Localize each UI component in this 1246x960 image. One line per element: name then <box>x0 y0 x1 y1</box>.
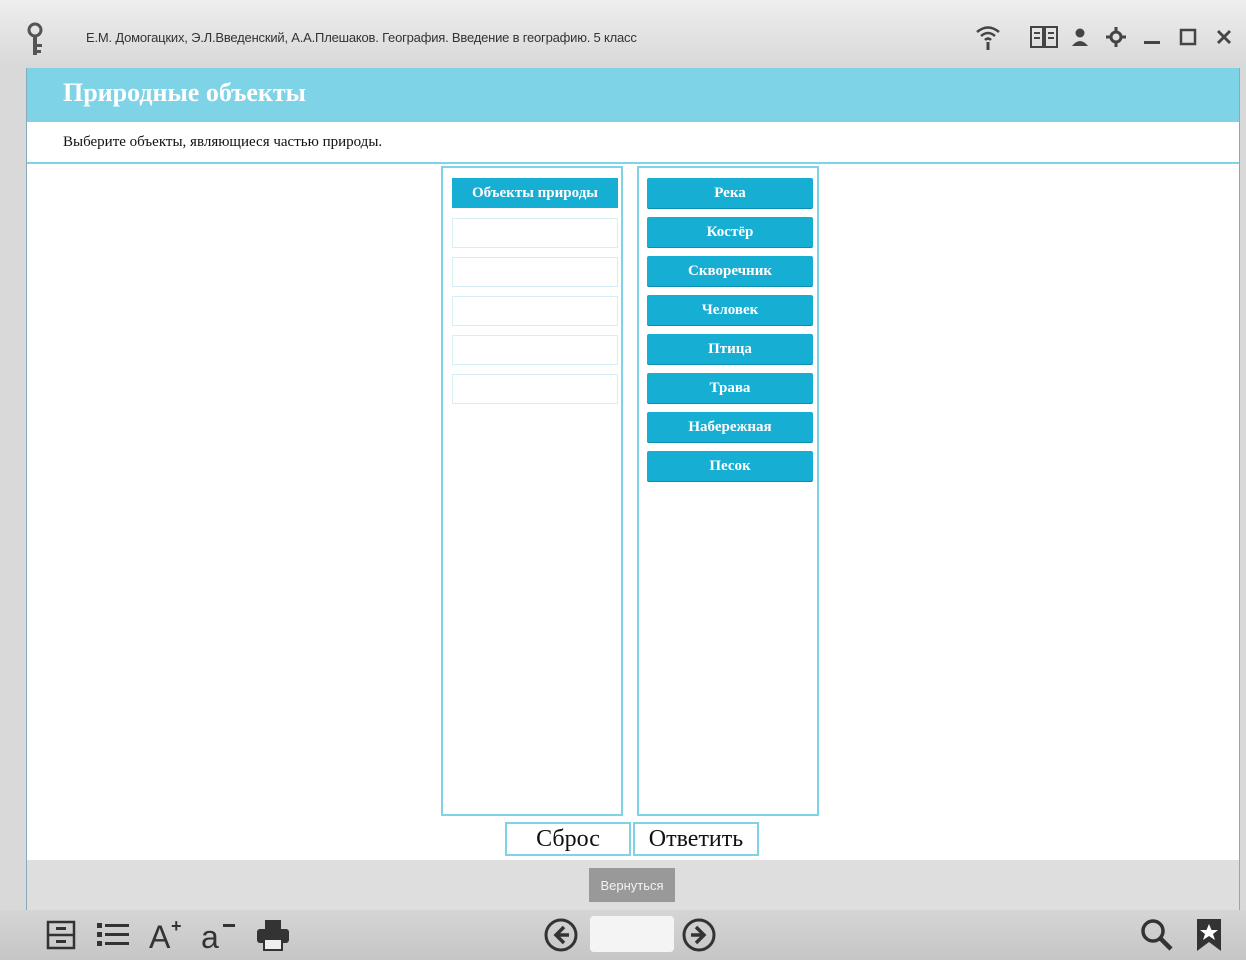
target-column-header: Объекты природы <box>452 178 618 208</box>
bookmark-icon[interactable] <box>1190 916 1228 954</box>
drag-item-human[interactable]: Человек <box>647 295 813 325</box>
drag-item-grass[interactable]: Трава <box>647 373 813 403</box>
close-icon[interactable] <box>1210 23 1238 51</box>
maximize-icon[interactable] <box>1174 23 1202 51</box>
font-decrease-icon[interactable]: a <box>200 916 238 954</box>
drag-item-sand[interactable]: Песок <box>647 451 813 481</box>
user-icon[interactable] <box>1066 23 1094 51</box>
book-icon[interactable] <box>1030 23 1058 51</box>
title-bar: Е.М. Домогацких, Э.Л.Введенский, А.А.Пле… <box>0 0 1246 68</box>
svg-text:A: A <box>149 919 171 952</box>
font-increase-icon[interactable]: A + <box>148 916 186 954</box>
settings-icon[interactable] <box>1102 23 1130 51</box>
footer-strip: Вернуться <box>27 860 1239 910</box>
drop-slot[interactable] <box>452 218 618 248</box>
minimize-icon[interactable] <box>1138 23 1166 51</box>
contents-icon[interactable] <box>42 916 80 954</box>
key-icon <box>27 22 43 55</box>
instruction-text: Выберите объекты, являющиеся частью прир… <box>63 134 383 150</box>
app-title: Е.М. Домогацких, Э.Л.Введенский, А.А.Пле… <box>86 30 637 45</box>
exercise-window: Природные объекты Выберите объекты, явля… <box>26 68 1240 910</box>
lesson-title: Природные объекты <box>63 78 306 107</box>
lesson-header: Природные объекты <box>27 68 1239 122</box>
print-icon[interactable] <box>254 916 292 954</box>
drop-slot[interactable] <box>452 257 618 287</box>
prev-page-icon[interactable] <box>542 916 580 954</box>
svg-text:+: + <box>171 918 182 936</box>
svg-text:a: a <box>201 919 219 952</box>
source-column: Река Костёр Скворечник Человек Птица Тра… <box>637 166 819 816</box>
page-number-input[interactable] <box>590 916 674 952</box>
instruction-row: Выберите объекты, являющиеся частью прир… <box>27 122 1239 164</box>
bottom-toolbar: A + a <box>0 910 1246 960</box>
drag-item-campfire[interactable]: Костёр <box>647 217 813 247</box>
back-button[interactable]: Вернуться <box>589 868 675 902</box>
drag-item-birdhouse[interactable]: Скворечник <box>647 256 813 286</box>
next-page-icon[interactable] <box>680 916 718 954</box>
list-icon[interactable] <box>94 916 132 954</box>
answer-button[interactable]: Ответить <box>633 822 759 856</box>
target-column[interactable]: Объекты природы <box>441 166 623 816</box>
drop-slot[interactable] <box>452 335 618 365</box>
drag-item-embankment[interactable]: Набережная <box>647 412 813 442</box>
wifi-icon[interactable] <box>974 23 1002 51</box>
drop-slot[interactable] <box>452 374 618 404</box>
drop-slot[interactable] <box>452 296 618 326</box>
search-icon[interactable] <box>1138 916 1176 954</box>
drag-item-bird[interactable]: Птица <box>647 334 813 364</box>
reset-button[interactable]: Сброс <box>505 822 631 856</box>
drag-item-river[interactable]: Река <box>647 178 813 208</box>
